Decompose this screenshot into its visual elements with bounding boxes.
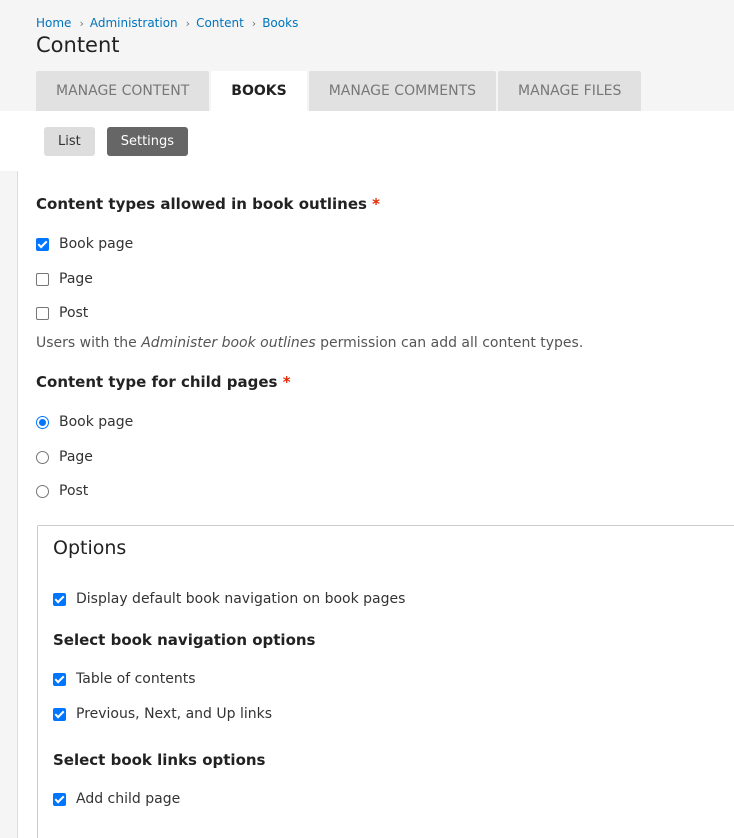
checkbox[interactable] — [53, 672, 66, 686]
option-label: Post — [59, 305, 89, 321]
tab-manage-comments[interactable]: Manage Comments — [308, 71, 497, 111]
checkbox[interactable] — [36, 306, 49, 320]
radio-button[interactable] — [36, 484, 49, 498]
chevron-right-icon: › — [79, 16, 84, 30]
option-label: Add child page — [76, 791, 181, 807]
subtab-list[interactable]: List — [44, 127, 95, 156]
child-type-title: Content type for child pages * — [36, 373, 291, 391]
option-label: Table of contents — [76, 671, 196, 687]
required-mark: * — [372, 195, 381, 213]
tab-manage-files[interactable]: Manage Files — [498, 71, 642, 111]
chevron-right-icon: › — [251, 16, 257, 30]
options-fieldset-title: Options — [53, 537, 127, 559]
description-suffix: permission can add all content types. — [315, 335, 584, 351]
allowed-types-title: Content types allowed in book outlines * — [36, 195, 380, 213]
tab-books[interactable]: Books — [211, 71, 307, 111]
breadcrumb-administration[interactable]: Administration — [90, 16, 178, 30]
chevron-right-icon: › — [185, 16, 191, 30]
allowed-type-page[interactable]: Page — [36, 271, 93, 287]
links-options-title: Select book links options — [53, 751, 266, 769]
allowed-type-post[interactable]: Post — [36, 305, 88, 321]
breadcrumb-books[interactable]: Books — [262, 16, 298, 30]
display-default-nav-option[interactable]: Display default book navigation on book … — [53, 591, 405, 607]
child-type-post[interactable]: Post — [36, 483, 88, 499]
breadcrumb: Home › Administration › Content › Books — [36, 15, 298, 31]
page-title: Content — [36, 33, 120, 57]
option-label: Page — [59, 271, 93, 287]
allowed-types-title-text: Content types allowed in book outlines — [36, 195, 367, 213]
description-prefix: Users with the — [36, 335, 142, 351]
allowed-type-book-page[interactable]: Book page — [36, 236, 133, 252]
child-type-page[interactable]: Page — [36, 449, 93, 465]
links-option-add-child-page[interactable]: Add child page — [53, 791, 180, 807]
nav-option-prev-next-up[interactable]: Previous, Next, and Up links — [53, 706, 272, 722]
secondary-tabs: List Settings — [44, 127, 189, 156]
option-label: Previous, Next, and Up links — [76, 706, 273, 722]
child-type-book-page[interactable]: Book page — [36, 414, 133, 430]
permission-name: Administer book outlines — [141, 335, 316, 351]
checkbox[interactable] — [53, 792, 66, 806]
nav-option-table-of-contents[interactable]: Table of contents — [53, 671, 196, 687]
child-type-title-text: Content type for child pages — [36, 373, 278, 391]
nav-options-title: Select book navigation options — [53, 631, 316, 649]
option-label: Book page — [59, 236, 134, 252]
checkbox[interactable] — [53, 707, 66, 721]
allowed-types-description: Users with the Administer book outlines … — [36, 335, 583, 351]
checkbox[interactable] — [36, 237, 49, 251]
primary-tabs: Manage Content Books Manage Comments Man… — [36, 71, 643, 111]
required-mark: * — [282, 373, 291, 391]
option-label: Display default book navigation on book … — [76, 591, 406, 607]
radio-button[interactable] — [36, 450, 49, 464]
divider — [17, 171, 18, 838]
breadcrumb-content[interactable]: Content — [196, 16, 244, 30]
breadcrumb-home[interactable]: Home — [36, 16, 71, 30]
subtab-settings[interactable]: Settings — [106, 127, 189, 156]
tab-manage-content[interactable]: Manage Content — [36, 71, 210, 111]
checkbox[interactable] — [36, 272, 49, 286]
option-label: Book page — [59, 414, 134, 430]
radio-button[interactable] — [36, 415, 49, 429]
option-label: Page — [59, 449, 93, 465]
left-strip — [0, 111, 17, 171]
option-label: Post — [59, 483, 89, 499]
checkbox[interactable] — [53, 592, 66, 606]
